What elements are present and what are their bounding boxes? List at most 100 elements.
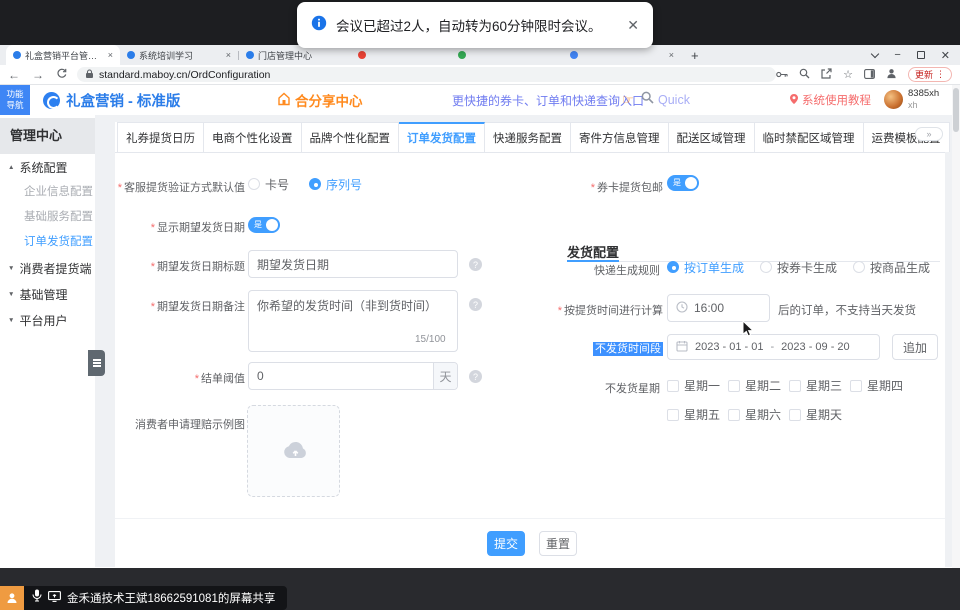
quick-label: Quick (658, 93, 690, 107)
update-button[interactable]: 更新 ⋮ (908, 67, 952, 82)
weekday-checkbox[interactable]: 星期四 (850, 377, 903, 394)
weekday-checkbox[interactable]: 星期五 (667, 406, 720, 423)
window-minimize-button[interactable]: − (894, 49, 900, 61)
express-rule-radios: 按订单生成 按券卡生成 按商品生成 (667, 259, 930, 275)
expect-title-input[interactable] (248, 250, 458, 278)
mouse-cursor (742, 320, 755, 343)
help-icon[interactable]: ? (469, 258, 482, 271)
cloud-upload-icon (279, 439, 309, 464)
radio-by-product[interactable] (853, 261, 865, 273)
back-icon[interactable]: ← (8, 68, 20, 82)
sidebar-group-system-config[interactable]: ▲ 系统配置 (0, 154, 95, 180)
weekday-checkbox[interactable]: 星期二 (728, 377, 781, 394)
zoom-icon[interactable] (799, 66, 810, 84)
pointing-hand-icon: ☞ (622, 92, 634, 108)
sidebar-item-basic-service[interactable]: 基础服务配置 (0, 205, 95, 230)
pickup-verify-label: *客服提货验证方式默认值 (117, 179, 245, 195)
content-card: 礼券提货日历 电商个性化设置 品牌个性化配置 订单发货配置 快递服务配置 寄件方… (115, 122, 945, 567)
browser-tab[interactable]: 系统培训学习 × (120, 45, 238, 65)
date-range-picker[interactable]: 2023 - 01 - 01 - 2023 - 09 - 20 (667, 334, 880, 360)
radio-by-order[interactable] (667, 261, 679, 273)
chevron-down-icon[interactable] (871, 49, 879, 57)
checkbox-icon[interactable] (789, 409, 801, 421)
browser-tab[interactable] (351, 45, 451, 65)
lock-icon (85, 66, 94, 84)
scrollbar-thumb[interactable] (953, 88, 959, 132)
radio-serial-number[interactable] (309, 178, 321, 190)
tutorial-link[interactable]: 系统使用教程 (789, 92, 871, 108)
function-nav-button[interactable]: 功能 导航 (0, 85, 30, 115)
help-icon[interactable]: ? (469, 298, 482, 311)
sidebar-group-platform-user[interactable]: ▼ 平台用户 (0, 307, 95, 333)
show-expect-date-toggle[interactable]: 是 (248, 217, 280, 233)
profile-icon[interactable] (886, 66, 897, 84)
address-bar[interactable]: standard.maboy.cn/OrdConfiguration (77, 67, 776, 82)
username: 8385xh xh (908, 88, 939, 112)
window-close-button[interactable]: ✕ (941, 49, 950, 62)
time-suffix-text: 后的订单，不支持当天发货 (778, 302, 916, 318)
reset-button[interactable]: 重置 (539, 531, 577, 556)
tab-title: 系统培训学习 (139, 49, 222, 62)
quick-search[interactable]: Quick (641, 91, 690, 109)
scrollbar-track[interactable] (952, 85, 960, 568)
tab-favicon (127, 51, 135, 59)
browser-tab[interactable]: × (563, 45, 681, 65)
upload-dropzone[interactable] (247, 405, 340, 497)
weekday-checkbox[interactable]: 星期三 (789, 377, 842, 394)
checkbox-icon[interactable] (728, 409, 740, 421)
checkbox-icon[interactable] (667, 409, 679, 421)
help-icon[interactable]: ? (469, 370, 482, 383)
sidebar-item-order-shipping[interactable]: 订单发货配置 (0, 230, 95, 255)
settle-threshold-input[interactable] (249, 363, 433, 389)
footer-divider (115, 518, 945, 519)
refresh-icon[interactable] (56, 68, 67, 82)
sidebar-collapse-handle[interactable] (88, 350, 105, 376)
screen-icon (48, 589, 61, 607)
toast-close-icon[interactable]: ✕ (627, 17, 639, 34)
browser-tab[interactable] (451, 45, 563, 65)
radio-card-number[interactable] (248, 178, 260, 190)
window-maximize-button[interactable] (917, 51, 925, 59)
browser-tab-active[interactable]: 礼盒营销平台管理中心 × (6, 45, 120, 65)
checkbox-icon[interactable] (789, 380, 801, 392)
tab-favicon (570, 51, 578, 59)
free-shipping-toggle[interactable]: 是 (667, 175, 699, 191)
expect-title-label: *期望发货日期标题 (117, 258, 245, 274)
share-icon[interactable] (821, 66, 832, 84)
kebab-menu-icon[interactable]: ⋮ (936, 69, 945, 80)
expect-note-label: *期望发货日期备注 (117, 298, 245, 314)
tab-title: 门店管理中心 (258, 49, 344, 62)
checkbox-icon[interactable] (667, 380, 679, 392)
tab-close-icon[interactable]: × (226, 50, 231, 60)
free-shipping-label: *券卡提货包邮 (503, 179, 663, 195)
sidebar-group-consumer[interactable]: ▼ 消费者提货端 (0, 255, 95, 281)
side-panel-icon[interactable] (864, 66, 875, 84)
weekday-checkbox[interactable]: 星期一 (667, 377, 720, 394)
url-text: standard.maboy.cn/OrdConfiguration (99, 69, 270, 81)
checkbox-icon[interactable] (850, 380, 862, 392)
new-tab-button[interactable]: + (691, 48, 699, 63)
sidebar-item-enterprise-info[interactable]: 企业信息配置 (0, 180, 95, 205)
append-button[interactable]: 追加 (892, 334, 938, 360)
sidebar-group-basic-mgmt[interactable]: ▼ 基础管理 (0, 281, 95, 307)
key-icon[interactable] (776, 66, 788, 84)
time-picker[interactable]: 16:00 (667, 294, 770, 322)
weekday-checkbox[interactable]: 星期天 (789, 406, 842, 423)
share-center-link[interactable]: 合分享中心 (277, 90, 363, 110)
tab-close-icon[interactable]: × (108, 50, 113, 60)
bookmark-star-icon[interactable]: ☆ (843, 68, 853, 81)
app-title: 礼盒营销 - 标准版 (66, 90, 180, 111)
order-shipping-form: *客服提货验证方式默认值 卡号 序列号 *显示期望发货日期 (115, 122, 945, 567)
user-avatar[interactable] (884, 90, 903, 109)
forward-icon[interactable]: → (32, 68, 44, 82)
meeting-toast: 会议已超过2人，自动转为60分钟限时会议。 ✕ (297, 2, 653, 48)
submit-button[interactable]: 提交 (487, 531, 525, 556)
radio-by-card[interactable] (760, 261, 772, 273)
tab-favicon (358, 51, 366, 59)
browser-tab[interactable]: 门店管理中心 (239, 45, 351, 65)
weekday-checkbox[interactable]: 星期六 (728, 406, 781, 423)
express-rule-label: 快递生成规则 (503, 262, 660, 278)
tab-close-icon[interactable]: × (669, 50, 674, 60)
checkbox-icon[interactable] (728, 380, 740, 392)
app-header: 功能 导航 礼盒营销 - 标准版 合分享中心 更快捷的券卡、订单和快递查询入口 … (0, 85, 960, 115)
